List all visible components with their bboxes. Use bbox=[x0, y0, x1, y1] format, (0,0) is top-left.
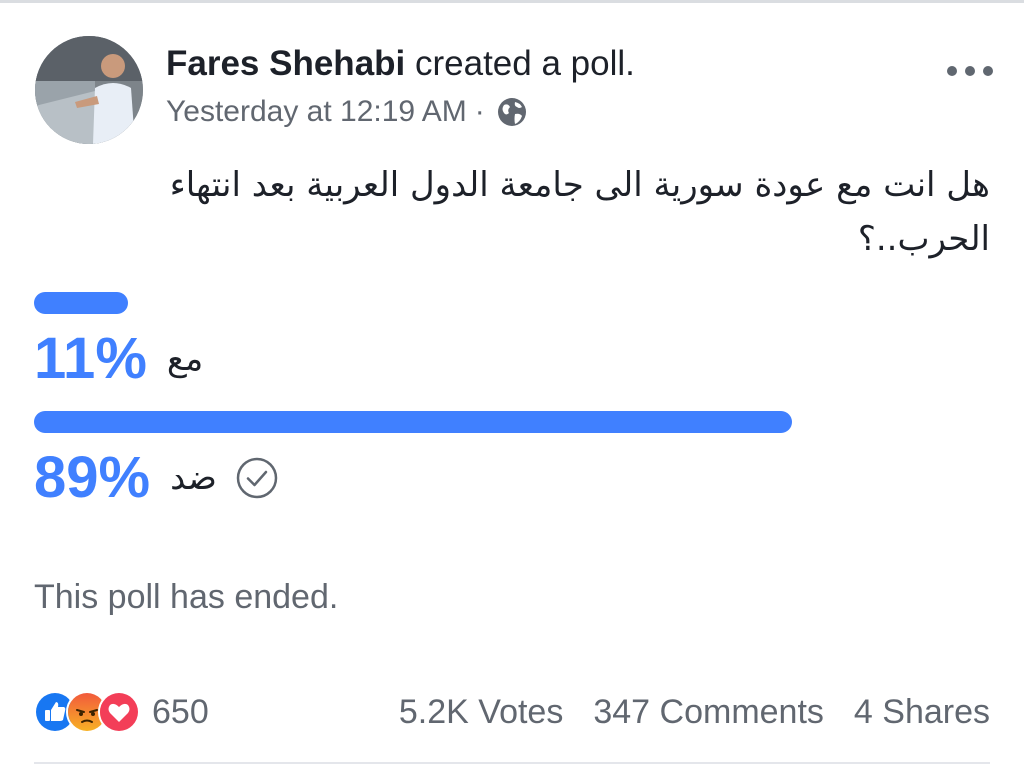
shares-count[interactable]: 4 Shares bbox=[854, 693, 990, 732]
more-horizontal-icon[interactable] bbox=[944, 60, 996, 82]
poll-option-percent: 89% bbox=[34, 445, 151, 510]
top-divider bbox=[0, 0, 1024, 3]
avatar[interactable] bbox=[35, 36, 143, 144]
reaction-count: 650 bbox=[152, 692, 209, 731]
poll-bar-option-2 bbox=[34, 411, 886, 433]
votes-count[interactable]: 5.2K Votes bbox=[399, 693, 563, 732]
poll-bar-option-1 bbox=[34, 292, 886, 314]
poll-status: This poll has ended. bbox=[34, 578, 339, 616]
poll-option-label: مع bbox=[166, 339, 204, 379]
poll-option-percent: 11% bbox=[34, 326, 147, 391]
timestamp[interactable]: Yesterday at 12:19 AM bbox=[166, 95, 467, 129]
post-action: created a poll. bbox=[415, 44, 635, 83]
meta-separator: · bbox=[474, 95, 485, 128]
reaction-summary[interactable]: 650 bbox=[34, 691, 209, 733]
poll-bar-fill bbox=[34, 292, 128, 314]
post-header: Fares Shehabi created a poll. bbox=[166, 44, 635, 84]
poll-option-label: ضد bbox=[170, 458, 217, 498]
bottom-divider bbox=[34, 762, 990, 764]
poll-question: هل انت مع عودة سورية الى جامعة الدول الع… bbox=[169, 165, 990, 259]
comments-count[interactable]: 347 Comments bbox=[593, 693, 824, 732]
post-footer: 650 5.2K Votes 347 Comments 4 Shares bbox=[34, 688, 990, 736]
author-name[interactable]: Fares Shehabi bbox=[166, 44, 405, 83]
poll-bar-fill bbox=[34, 411, 793, 433]
globe-icon[interactable] bbox=[495, 95, 529, 129]
check-circle-icon bbox=[235, 456, 279, 500]
post-meta: Yesterday at 12:19 AM · bbox=[166, 95, 529, 129]
poll-option-2[interactable]: 89% ضد bbox=[34, 445, 279, 511]
love-icon bbox=[98, 691, 140, 733]
poll-option-1[interactable]: 11% مع bbox=[34, 326, 203, 392]
